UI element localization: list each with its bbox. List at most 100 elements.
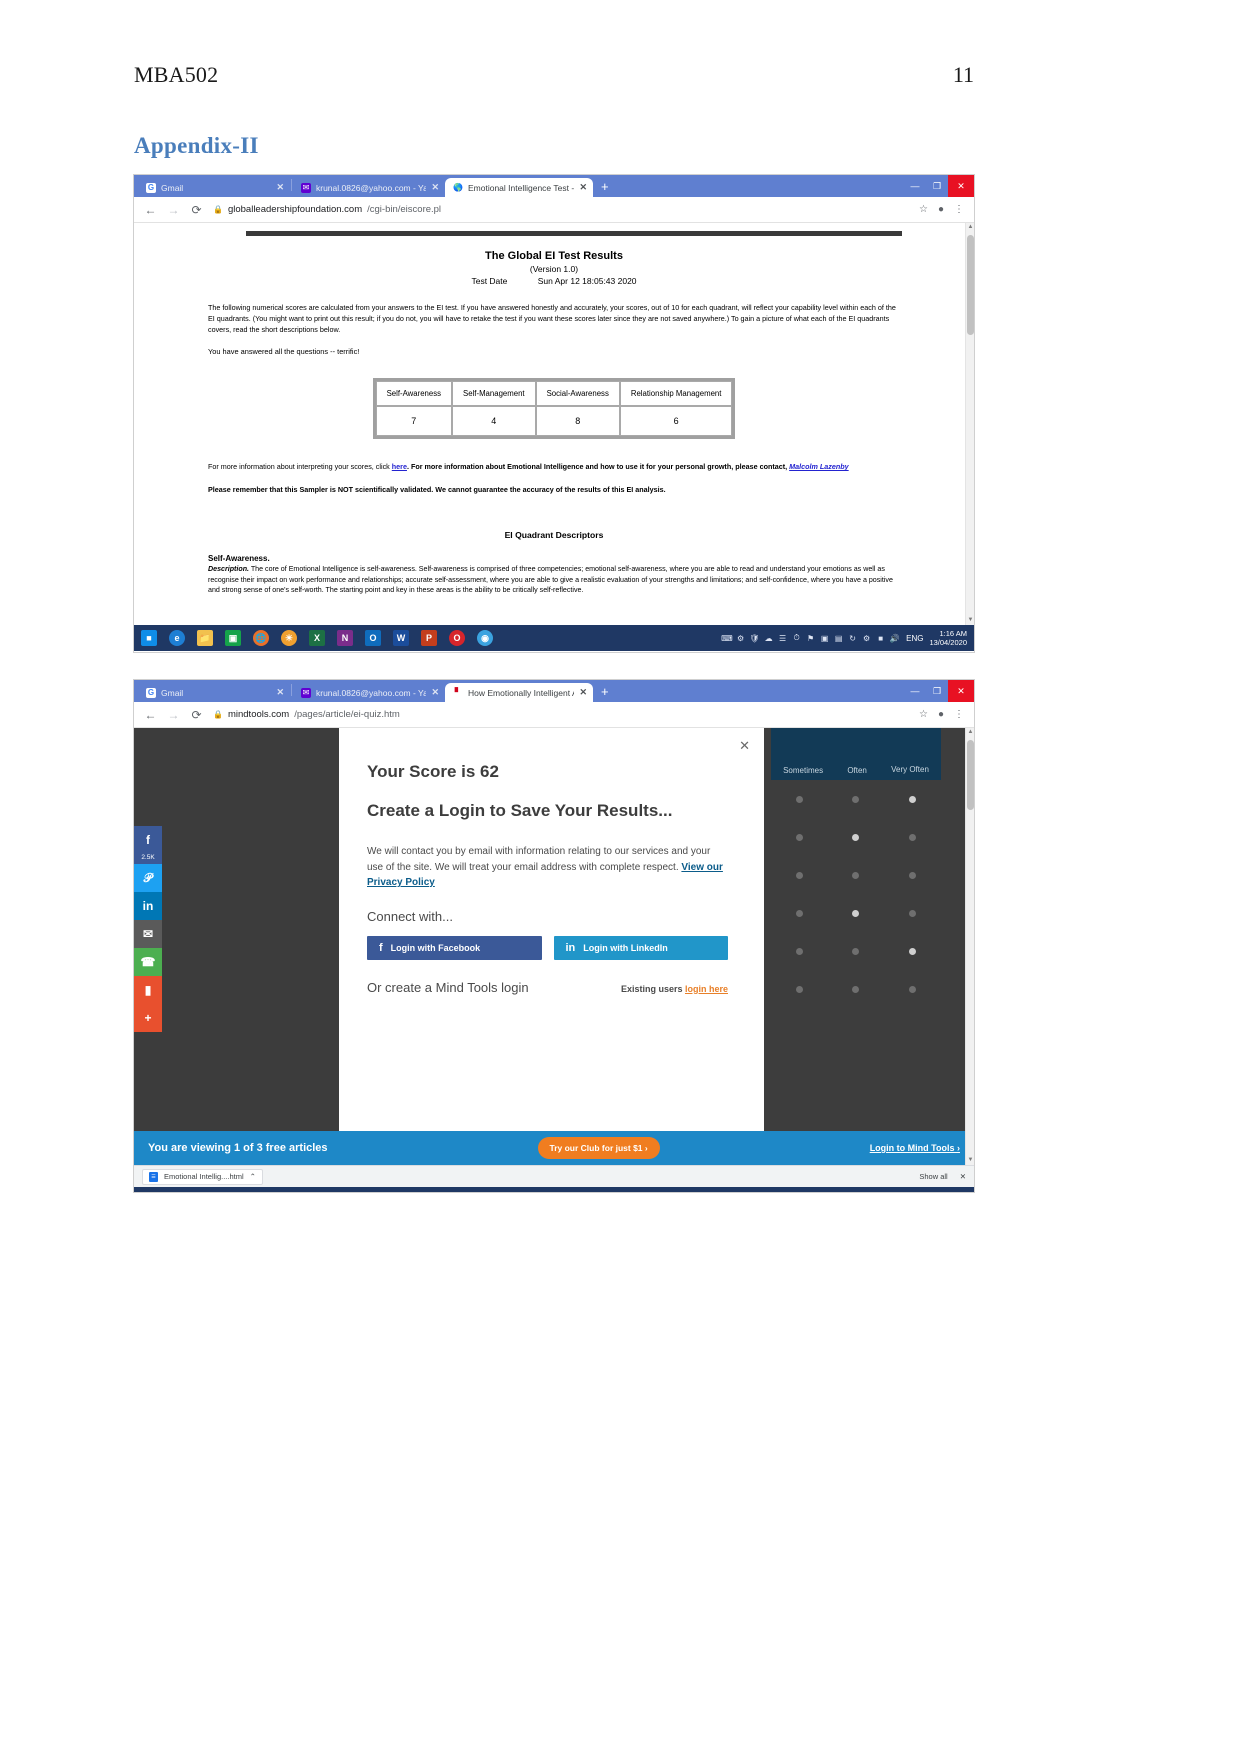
vertical-scrollbar-1[interactable]: ▲ ▼ — [965, 223, 974, 625]
maximize-button[interactable]: ❐ — [926, 680, 948, 702]
chrome-icon[interactable]: ◉ — [472, 1188, 498, 1192]
login-here-link[interactable]: login here — [685, 984, 728, 994]
radio-dot[interactable] — [795, 947, 803, 955]
tab-yahoo-1[interactable]: ✉ krunal.0826@yahoo.com - Yahoo ✕ — [293, 178, 445, 197]
radio-dot[interactable] — [909, 909, 917, 917]
close-icon[interactable]: ✕ — [276, 687, 284, 698]
try-club-button[interactable]: Try our Club for just $1 › — [537, 1137, 660, 1159]
maximize-button[interactable]: ❐ — [926, 175, 948, 197]
interpreting-scores-link[interactable]: here — [392, 462, 407, 471]
firefox-icon[interactable]: 🌐 — [248, 626, 274, 650]
store-icon[interactable]: ▣ — [220, 626, 246, 650]
vertical-scrollbar-2[interactable]: ▲ ▼ — [965, 728, 974, 1165]
store-icon[interactable]: ▣ — [220, 1188, 246, 1192]
radio-dot[interactable] — [852, 909, 860, 917]
forward-button[interactable]: → — [167, 708, 180, 722]
chrome-icon[interactable]: ◉ — [472, 626, 498, 650]
tab-yahoo-2[interactable]: ✉ krunal.0826@yahoo.com - Yahoo ✕ — [293, 683, 445, 702]
bookmark-star-icon[interactable]: ☆ — [919, 204, 928, 215]
close-icon[interactable]: ✕ — [579, 687, 587, 698]
download-item[interactable]: ☰ Emotional Intellig....html ⌃ — [142, 1168, 263, 1185]
radio-dot[interactable] — [909, 947, 917, 955]
menu-kebab-icon[interactable]: ⋮ — [954, 709, 964, 720]
show-all-downloads-link[interactable]: Show all — [919, 1172, 947, 1181]
contact-link[interactable]: Malcolm Lazenby — [789, 462, 849, 471]
linkedin-share-icon[interactable]: in — [134, 892, 162, 920]
close-icon[interactable]: ✕ — [431, 687, 439, 698]
minimize-button[interactable]: — — [904, 175, 926, 197]
close-icon[interactable]: ✕ — [276, 182, 284, 193]
address-input[interactable]: 🔒 globalleadershipfoundation.com/cgi-bin… — [213, 204, 909, 215]
radio-dot[interactable] — [852, 947, 860, 955]
battery-icon[interactable]: ■ — [875, 634, 886, 643]
app-orange-icon[interactable]: ☀ — [276, 1188, 302, 1192]
profile-avatar-icon[interactable]: ● — [938, 204, 944, 215]
forward-button[interactable]: → — [167, 203, 180, 217]
radio-dot[interactable] — [909, 795, 917, 803]
close-icon[interactable]: ✕ — [739, 738, 750, 754]
file-explorer-icon[interactable]: 📁 — [192, 1188, 218, 1192]
close-downloads-bar-icon[interactable]: ✕ — [960, 1172, 966, 1181]
whatsapp-share-icon[interactable]: ☎ — [134, 948, 162, 976]
outlook-icon[interactable]: O — [360, 1188, 386, 1192]
close-window-button[interactable]: ✕ — [948, 175, 974, 197]
radio-dot[interactable] — [795, 909, 803, 917]
tray-icon[interactable]: ⚙ — [735, 634, 746, 643]
opera-icon[interactable]: O — [444, 626, 470, 650]
tab-mindtools-quiz[interactable]: ▘ How Emotionally Intelligent Are ✕ — [445, 683, 593, 702]
start-icon[interactable]: ■ — [136, 1188, 162, 1192]
taskbar-clock-2[interactable]: 1:21 AM 13/04/2020 — [929, 1191, 970, 1192]
powerpoint-icon[interactable]: P — [416, 1188, 442, 1192]
firefox-icon[interactable]: 🌐 — [248, 1188, 274, 1192]
close-window-button[interactable]: ✕ — [948, 680, 974, 702]
radio-dot[interactable] — [852, 985, 860, 993]
login-to-mindtools-link[interactable]: Login to Mind Tools › — [870, 1143, 960, 1153]
volume-icon[interactable]: 🔊 — [889, 634, 900, 643]
new-tab-button[interactable]: + — [593, 683, 617, 702]
file-explorer-icon[interactable]: 📁 — [192, 626, 218, 650]
excel-icon[interactable]: X — [304, 1188, 330, 1192]
onenote-icon[interactable]: N — [332, 1188, 358, 1192]
scrollbar-thumb[interactable] — [967, 235, 974, 335]
word-icon[interactable]: W — [388, 626, 414, 650]
new-tab-button[interactable]: + — [593, 178, 617, 197]
email-share-icon[interactable]: ✉ — [134, 920, 162, 948]
radio-dot[interactable] — [909, 871, 917, 879]
minimize-button[interactable]: — — [904, 680, 926, 702]
radio-dot[interactable] — [909, 833, 917, 841]
outlook-icon[interactable]: O — [360, 626, 386, 650]
keyboard-icon[interactable]: ⌨ — [721, 634, 733, 643]
printer-icon[interactable]: ▤ — [833, 634, 844, 643]
tab-gmail-1[interactable]: G Gmail ✕ — [138, 178, 290, 197]
more-share-icon[interactable]: + — [134, 1004, 162, 1032]
facebook-share-icon[interactable]: f — [134, 826, 162, 854]
shield-icon[interactable]: 🛡 — [749, 634, 760, 643]
back-button[interactable]: ← — [144, 708, 157, 722]
opera-icon[interactable]: O — [444, 1188, 470, 1192]
close-icon[interactable]: ✕ — [579, 182, 587, 193]
bookmark-star-icon[interactable]: ☆ — [919, 709, 928, 720]
powerpoint-icon[interactable]: P — [416, 626, 442, 650]
radio-dot[interactable] — [795, 985, 803, 993]
start-icon[interactable]: ■ — [136, 626, 162, 650]
scroll-down-arrow-icon[interactable]: ▼ — [966, 616, 974, 625]
onenote-icon[interactable]: N — [332, 626, 358, 650]
scroll-up-arrow-icon[interactable]: ▲ — [966, 728, 974, 737]
radio-dot[interactable] — [909, 985, 917, 993]
back-button[interactable]: ← — [144, 203, 157, 217]
scroll-up-arrow-icon[interactable]: ▲ — [966, 223, 974, 232]
cloud-icon[interactable]: ☁ — [763, 634, 774, 643]
excel-icon[interactable]: X — [304, 626, 330, 650]
edge-icon[interactable]: e — [164, 1188, 190, 1192]
scrollbar-thumb[interactable] — [967, 740, 974, 810]
edge-icon[interactable]: e — [164, 626, 190, 650]
scroll-down-arrow-icon[interactable]: ▼ — [966, 1156, 974, 1165]
radio-dot[interactable] — [852, 833, 860, 841]
linkedin-login-button[interactable]: in Login with LinkedIn — [553, 935, 728, 960]
sync-icon[interactable]: ↻ — [847, 634, 858, 643]
network-icon[interactable]: ☰ — [777, 634, 788, 643]
tab-gmail-2[interactable]: G Gmail ✕ — [138, 683, 290, 702]
flipboard-share-icon[interactable]: ▮ — [134, 976, 162, 1004]
facebook-login-button[interactable]: f Login with Facebook — [367, 935, 542, 960]
bluetooth-icon[interactable]: ⚙ — [861, 634, 872, 643]
